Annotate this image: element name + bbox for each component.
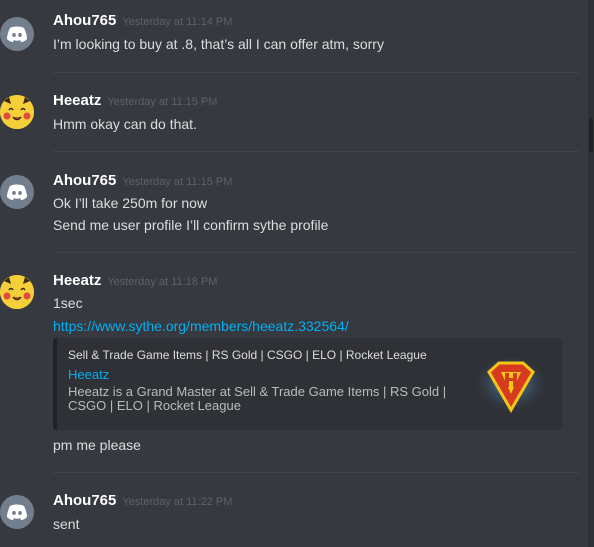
profile-link[interactable]: https://www.sythe.org/members/heeatz.332… (53, 318, 349, 334)
message-divider (52, 151, 580, 152)
timestamp: Yesterday at 11:15 PM (107, 96, 218, 108)
superman-shield-icon[interactable] (475, 358, 547, 418)
message-header: Heeatz Yesterday at 11:15 PM (53, 92, 217, 110)
username[interactable]: Ahou765 (53, 12, 116, 29)
scrollbar-thumb[interactable] (589, 118, 593, 152)
avatar[interactable] (0, 175, 34, 209)
message-divider (52, 72, 580, 73)
scrollbar-track[interactable] (588, 0, 594, 547)
username[interactable]: Heeatz (53, 92, 101, 109)
message-divider (52, 252, 580, 253)
discord-logo-icon (7, 26, 27, 42)
message-header: Ahou765 Yesterday at 11:15 PM (53, 172, 232, 190)
discord-logo-icon (7, 504, 27, 520)
embed-title[interactable]: Heeatz (68, 367, 109, 382)
avatar[interactable] (0, 495, 34, 529)
message-text: Send me user profile I’ll confirm sythe … (53, 217, 329, 233)
pikachu-avatar (0, 95, 34, 129)
pikachu-avatar (0, 275, 34, 309)
message-header: Ahou765 Yesterday at 11:14 PM (53, 12, 232, 30)
avatar[interactable] (0, 17, 34, 51)
message-text: pm me please (53, 437, 141, 453)
embed-provider[interactable]: Sell & Trade Game Items | RS Gold | CSGO… (68, 348, 427, 362)
timestamp: Yesterday at 11:15 PM (122, 176, 233, 188)
username[interactable]: Heeatz (53, 272, 101, 289)
message-text: sent (53, 516, 80, 532)
timestamp: Yesterday at 11:14 PM (122, 16, 233, 28)
avatar[interactable] (0, 95, 34, 129)
username[interactable]: Ahou765 (53, 172, 116, 189)
message-text: 1sec (53, 295, 83, 311)
message-header: Heeatz Yesterday at 11:18 PM (53, 272, 217, 290)
message-header: Ahou765 Yesterday at 11:22 PM (53, 492, 232, 510)
link-embed: Sell & Trade Game Items | RS Gold | CSGO… (53, 338, 562, 430)
message-divider (52, 472, 580, 473)
avatar[interactable] (0, 275, 34, 309)
message-link-line: https://www.sythe.org/members/heeatz.332… (53, 318, 349, 334)
message-text: Hmm okay can do that. (53, 116, 197, 132)
discord-logo-icon (7, 184, 27, 200)
message-text: I’m looking to buy at .8, that’s all I c… (53, 36, 384, 52)
embed-description: Heeatz is a Grand Master at Sell & Trade… (68, 384, 447, 413)
username[interactable]: Ahou765 (53, 492, 116, 509)
timestamp: Yesterday at 11:22 PM (122, 496, 233, 508)
timestamp: Yesterday at 11:18 PM (107, 276, 218, 288)
message-text: Ok I’ll take 250m for now (53, 195, 208, 211)
